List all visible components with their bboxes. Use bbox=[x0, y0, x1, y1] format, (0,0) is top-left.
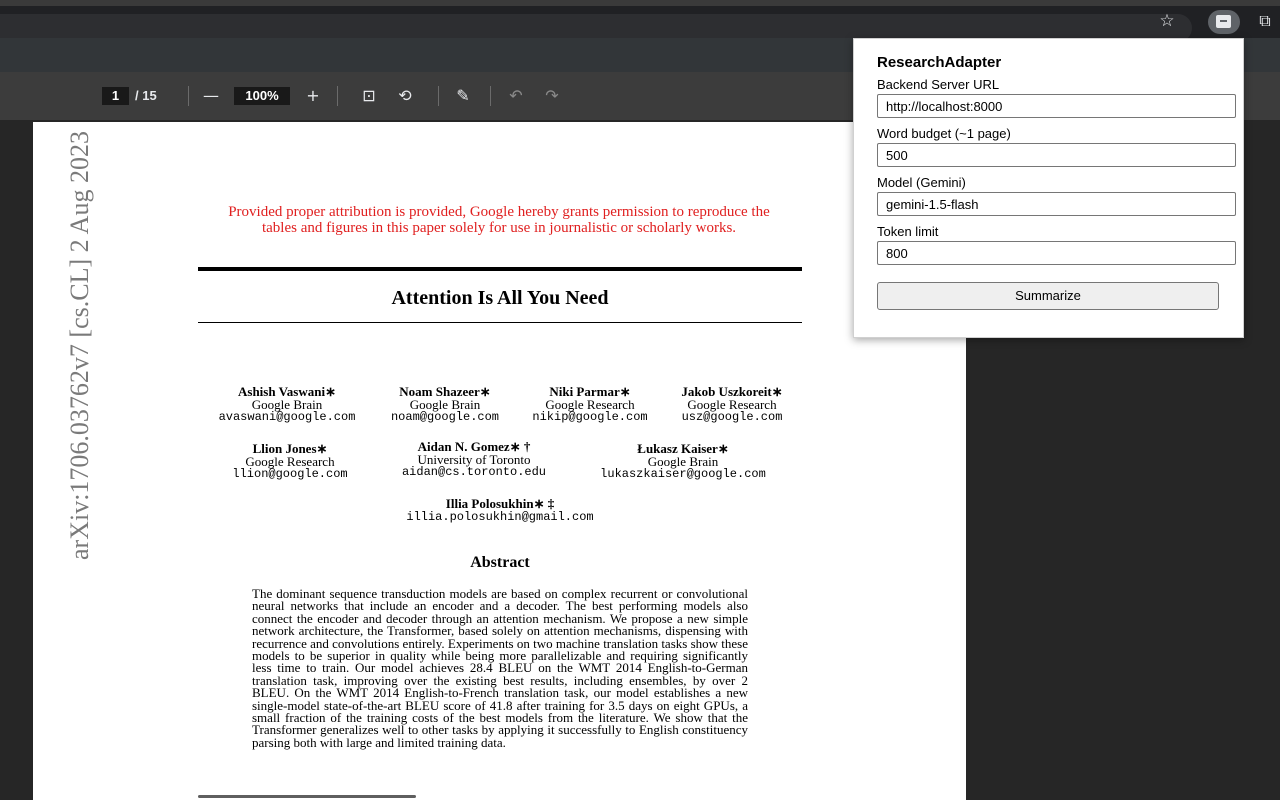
author-block: Illia Polosukhin∗ ‡ illia.polosukhin@gma… bbox=[390, 496, 610, 524]
zoom-in-button[interactable]: + bbox=[301, 84, 325, 108]
viewer-background bbox=[966, 336, 1280, 800]
page-number-input[interactable]: 1 bbox=[102, 87, 129, 105]
page-total: / 15 bbox=[135, 88, 157, 103]
zoom-level-input[interactable]: 100% bbox=[234, 87, 290, 105]
zoom-out-button[interactable]: — bbox=[199, 84, 223, 108]
author-email: nikip@google.com bbox=[532, 410, 648, 424]
backend-url-label: Backend Server URL bbox=[877, 77, 1000, 92]
toolbar-divider bbox=[490, 86, 491, 106]
backend-url-input[interactable] bbox=[877, 94, 1236, 118]
author-block: Niki Parmar∗ Google Research nikip@googl… bbox=[510, 385, 670, 424]
author-name: Illia Polosukhin∗ ‡ bbox=[445, 496, 555, 511]
author-email: illia.polosukhin@gmail.com bbox=[406, 509, 594, 524]
abstract-heading: Abstract bbox=[470, 554, 530, 571]
author-block: Noam Shazeer∗ Google Brain noam@google.c… bbox=[365, 385, 525, 424]
author-block: Ashish Vaswani∗ Google Brain avaswani@go… bbox=[207, 385, 367, 424]
annotate-icon[interactable]: ✎ bbox=[451, 84, 475, 108]
token-limit-label: Token limit bbox=[877, 224, 939, 239]
author-email: aidan@cs.toronto.edu bbox=[401, 465, 547, 479]
fit-page-icon[interactable]: ⊡ bbox=[357, 84, 381, 108]
title-rule-bottom bbox=[198, 322, 802, 323]
horizontal-scrollbar[interactable] bbox=[198, 795, 416, 798]
toolbar-divider bbox=[438, 86, 439, 106]
author-email: noam@google.com bbox=[390, 410, 500, 424]
popup-title: ResearchAdapter bbox=[877, 54, 1002, 71]
author-email: llion@google.com bbox=[232, 467, 348, 481]
bookmark-star-icon[interactable]: ☆ bbox=[1156, 10, 1178, 32]
extensions-puzzle-icon[interactable]: ⧉ bbox=[1254, 10, 1276, 32]
title-rule-top bbox=[198, 267, 802, 271]
author-block: Jakob Uszkoreit∗ Google Research usz@goo… bbox=[652, 385, 812, 424]
model-input[interactable] bbox=[877, 192, 1236, 216]
author-block: Aidan N. Gomez∗ † University of Toronto … bbox=[379, 440, 569, 479]
token-limit-input[interactable] bbox=[877, 241, 1236, 265]
browser-toolbar bbox=[0, 6, 1280, 42]
author-email: usz@google.com bbox=[681, 410, 783, 424]
author-email: lukaszkaiser@google.com bbox=[600, 467, 766, 481]
research-adapter-extension-icon[interactable] bbox=[1208, 10, 1240, 34]
research-adapter-popup: ResearchAdapter Backend Server URL Word … bbox=[853, 38, 1244, 338]
toolbar-divider bbox=[337, 86, 338, 106]
summarize-button[interactable]: Summarize bbox=[877, 282, 1219, 310]
paper-title: Attention Is All You Need bbox=[391, 287, 609, 309]
undo-icon[interactable]: ↶ bbox=[504, 84, 528, 108]
abstract-body: The dominant sequence transduction model… bbox=[252, 586, 748, 750]
author-email: avaswani@google.com bbox=[218, 410, 356, 424]
rotate-icon[interactable]: ⟲ bbox=[393, 84, 417, 108]
arxiv-identifier: arXiv:1706.03762v7 [cs.CL] 2 Aug 2023 bbox=[65, 131, 94, 560]
model-label: Model (Gemini) bbox=[877, 175, 966, 190]
redo-icon[interactable]: ↷ bbox=[540, 84, 564, 108]
pdf-page: Provided proper attribution is provided,… bbox=[33, 122, 966, 800]
toolbar-divider bbox=[188, 86, 189, 106]
word-budget-label: Word budget (~1 page) bbox=[877, 126, 1011, 141]
permission-notice: Provided proper attribution is provided,… bbox=[228, 204, 770, 236]
author-block: Łukasz Kaiser∗ Google Brain lukaszkaiser… bbox=[578, 442, 788, 481]
author-block: Llion Jones∗ Google Research llion@googl… bbox=[210, 442, 370, 481]
word-budget-input[interactable] bbox=[877, 143, 1236, 167]
